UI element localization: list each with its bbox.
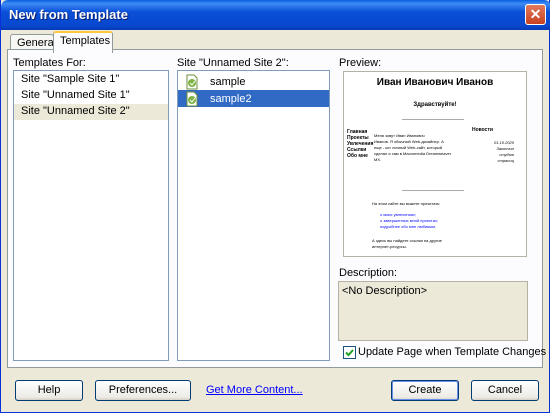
preview-intro: Меня зовут Иван Иванович Иванов. Я обычн… (374, 133, 451, 163)
list-item[interactable]: sample (178, 73, 329, 90)
preview-news-title: Новости (472, 127, 493, 133)
preview-footer: А здесь вы найдете ссылки на другие инте… (372, 238, 442, 250)
window-title: New from Template (9, 7, 128, 22)
update-page-checkbox[interactable] (343, 346, 356, 359)
list-item[interactable]: Site "Unnamed Site 2" (14, 104, 168, 120)
close-icon: ✕ (529, 6, 542, 22)
tab-templates[interactable]: Templates (53, 31, 113, 53)
template-file-icon (186, 74, 198, 89)
tab-templates-label: Templates (60, 35, 111, 47)
help-button[interactable]: Help (15, 380, 83, 401)
template-preview: Иван Иванович Иванов Здравствуйте! Главн… (343, 71, 527, 257)
templates-for-label: Templates For: (13, 57, 86, 69)
list-item[interactable]: sample2 (178, 90, 329, 107)
preview-nav-item: Обо мне (347, 153, 368, 159)
divider (402, 190, 464, 191)
divider (402, 119, 464, 120)
cancel-button[interactable]: Cancel (471, 380, 539, 401)
preview-news-line: страниц (497, 158, 514, 163)
preview-text-line: сделал я сам в Macromedia Dreamweaver (374, 151, 452, 156)
preview-news: 01.10.2020 Закончил студию страниц (470, 140, 514, 164)
preview-heading: Иван Иванович Иванов (376, 77, 494, 88)
update-page-label[interactable]: Update Page when Template Changes (358, 346, 546, 358)
preview-links-intro: На этом сайте вы можете прочитать: (372, 201, 441, 206)
preview-text-line: MX. (374, 157, 382, 162)
preferences-button-label: Preferences... (108, 384, 178, 396)
new-from-template-dialog: New from Template ✕ General Templates Te… (0, 0, 550, 413)
list-item-label: sample2 (210, 92, 252, 105)
description-label: Description: (339, 267, 398, 279)
preview-text-line: интернет-ресурсы. (372, 244, 407, 249)
preview-greeting: Здравствуйте! (413, 102, 457, 108)
preview-links: о моих увлечениях; о завершенных мной пр… (380, 212, 438, 230)
preview-link: подробнее обо мне любимом. (380, 224, 436, 229)
close-button[interactable]: ✕ (525, 4, 546, 25)
checkmark-icon (345, 349, 354, 357)
preview-nav: Главная Проекты Увлечения Ссылки Обо мне (347, 129, 373, 159)
description-field: <No Description> (338, 281, 528, 341)
cancel-button-label: Cancel (487, 384, 523, 396)
site-label: Site "Unnamed Site 2": (177, 57, 289, 69)
list-item-label: sample (210, 75, 246, 88)
get-more-content-link[interactable]: Get More Content... (206, 384, 303, 396)
preview-label: Preview: (339, 57, 382, 69)
create-button[interactable]: Create (391, 380, 459, 401)
description-value: <No Description> (342, 285, 427, 297)
templates-for-list[interactable]: Site "Sample Site 1" Site "Unnamed Site … (13, 70, 169, 361)
template-file-icon (186, 91, 198, 106)
help-button-label: Help (37, 384, 61, 396)
preferences-button[interactable]: Preferences... (95, 380, 191, 401)
create-button-label: Create (408, 384, 442, 396)
site-template-list[interactable]: sample sample2 (177, 70, 330, 361)
list-item[interactable]: Site "Sample Site 1" (14, 72, 168, 88)
tab-general-label: General (17, 37, 57, 49)
list-item[interactable]: Site "Unnamed Site 1" (14, 88, 168, 104)
title-bar[interactable]: New from Template ✕ (1, 0, 550, 30)
